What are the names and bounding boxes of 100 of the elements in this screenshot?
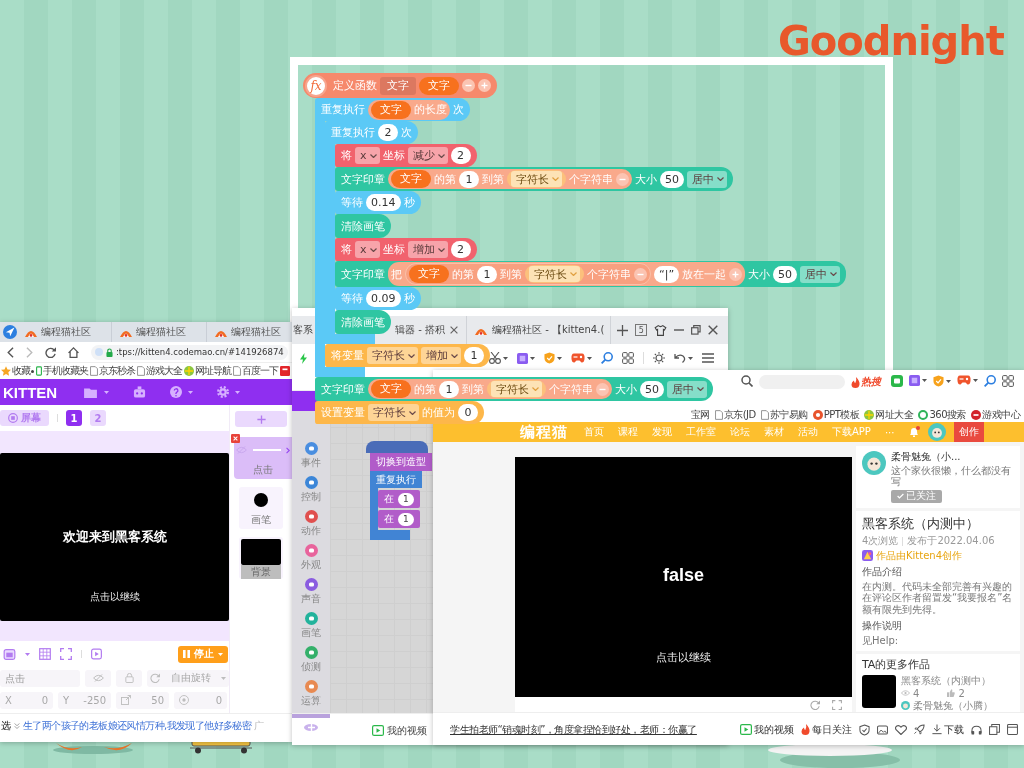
number-input[interactable]: 1 (464, 347, 484, 364)
dropdown[interactable]: 居中 (667, 380, 707, 398)
shield-icon[interactable] (859, 723, 870, 736)
app-icon[interactable] (891, 375, 903, 387)
bookmark-link[interactable]: 360搜索 (918, 408, 966, 422)
heart-icon[interactable] (895, 724, 907, 735)
search-icon[interactable] (984, 375, 996, 387)
motion-block[interactable]: 将 x 坐标 减少 2 (335, 144, 477, 167)
folder-icon[interactable] (83, 386, 99, 398)
variable-dropdown[interactable]: 字符长 (507, 170, 566, 188)
dropdown[interactable]: 增加 (421, 347, 461, 364)
variable-dropdown[interactable]: 字符长 (525, 265, 584, 283)
number-input[interactable]: 2 (450, 241, 471, 258)
gamepad-icon[interactable] (957, 375, 971, 385)
work-link[interactable]: 黑客系统（内测中） (901, 675, 993, 687)
number-input[interactable]: 2 (450, 147, 471, 164)
bookmark-link[interactable]: 百度一下 (233, 364, 278, 378)
repeat-block[interactable]: 重复执行 2 次 (325, 121, 418, 144)
brightness-icon[interactable] (653, 352, 665, 364)
app-icon[interactable] (517, 352, 528, 364)
download-icon[interactable] (932, 724, 942, 735)
author-name[interactable]: 柔骨魅兔（小腾） (913, 700, 993, 712)
bookmark-link[interactable]: 京东(JD (714, 408, 756, 422)
sprite-card[interactable]: 画笔 (239, 487, 283, 529)
dropdown[interactable]: 居中 (800, 265, 841, 283)
headset-icon[interactable] (971, 724, 982, 735)
search-icon[interactable] (741, 375, 753, 387)
bookmark-link[interactable]: 网址导航 (184, 364, 231, 378)
repeat-block[interactable]: 重复执行 在 1 在 1 (370, 471, 422, 540)
pen-block[interactable]: 文字印章 把 文字 的第 1 到第 字符长 个字符串 “|” 放在一起 大小 50 居中 (335, 261, 847, 287)
bookmark-link[interactable]: 收藏 (1, 364, 34, 378)
bookmark-link[interactable]: 宝网 (690, 408, 710, 422)
gamepad-icon[interactable] (571, 353, 585, 363)
home-icon[interactable] (68, 346, 79, 358)
reporter-block[interactable]: 文字 的第 1 到第 字符长 个字符串 (368, 379, 612, 399)
create-button[interactable]: 创作 (954, 422, 985, 442)
variable-block[interactable]: 将变量 字符长 增加 1 (325, 344, 490, 367)
fullscreen-icon[interactable] (60, 648, 72, 660)
tab-count-button[interactable]: 5 (635, 324, 648, 336)
compass-icon[interactable] (3, 325, 17, 339)
reload-icon[interactable] (45, 346, 56, 358)
variable-dropdown[interactable]: 字符长 (487, 380, 546, 398)
number-input[interactable]: 1 (398, 512, 414, 526)
wait-block[interactable]: 等待 0.14 秒 (335, 191, 421, 214)
rocket-icon[interactable] (914, 724, 925, 735)
wait-block[interactable]: 等待 0.09 秒 (335, 287, 421, 310)
number-input[interactable]: “|” (654, 265, 680, 283)
apps-icon[interactable] (622, 352, 634, 364)
image-icon[interactable] (877, 724, 888, 735)
bookmark-link[interactable]: 手机收藏夹 (36, 364, 88, 378)
browser-tab[interactable]: 客系 (292, 316, 315, 344)
plus-icon[interactable] (617, 324, 629, 336)
stage[interactable]: 欢迎来到黑客系统 点击以继续 (0, 453, 229, 621)
hot-search-link[interactable]: 热搜 (851, 375, 881, 389)
number-input[interactable]: 0.09 (366, 290, 401, 307)
add-extension-button[interactable] (304, 724, 318, 731)
grid-icon[interactable] (39, 648, 51, 660)
looks-block[interactable]: 切换到造型 (370, 453, 432, 471)
number-input[interactable]: 50 (640, 380, 664, 398)
back-icon[interactable] (7, 346, 14, 358)
bookmark-link[interactable] (280, 366, 290, 376)
fullscreen-icon[interactable] (832, 699, 842, 710)
browser-tab[interactable]: 编程猫社区 (17, 322, 112, 342)
help-icon[interactable] (170, 386, 183, 398)
robot-icon[interactable] (133, 386, 147, 398)
number-input[interactable]: 1 (477, 265, 497, 283)
status-link[interactable]: 每日关注 (801, 722, 852, 737)
event-block[interactable] (366, 441, 428, 453)
pen-block[interactable]: 文字印章 文字 的第 1 到第 字符长 个字符串 大小 50 居中 (315, 377, 713, 401)
bookmark-link[interactable]: 网址大全 (864, 408, 914, 422)
news-link[interactable]: 生了两个孩子的老板娘还风情万种,我发现了他好多秘密 (23, 719, 252, 733)
bookmark-link[interactable]: 京东秒杀 (90, 364, 135, 378)
chevron-right-icon[interactable] (286, 446, 290, 454)
number-input[interactable]: 50 (660, 170, 684, 188)
status-link[interactable]: 下载 (932, 722, 964, 737)
forward-icon[interactable] (26, 346, 33, 358)
app-icon[interactable] (909, 375, 920, 386)
number-input[interactable]: 1 (398, 492, 414, 506)
number-input[interactable]: 0.14 (366, 194, 401, 211)
position-block[interactable]: 在 1 (378, 510, 420, 528)
stage-player[interactable]: false 点击以继续 (515, 457, 852, 697)
dropdown[interactable]: 字符长 (368, 404, 419, 421)
minus-icon[interactable] (634, 267, 647, 281)
scene-tab[interactable]: 1 (66, 410, 82, 426)
avatar-icon[interactable] (928, 423, 947, 441)
position-block[interactable]: 在 1 (378, 490, 420, 508)
close-icon[interactable] (708, 325, 719, 335)
menu-icon[interactable] (702, 353, 714, 363)
dropdown[interactable]: 增加 (407, 241, 448, 258)
minus-icon[interactable] (616, 172, 629, 186)
reporter-block[interactable]: 把 文字 的第 1 到第 字符长 个字符串 “|” 放在一起 (388, 262, 746, 286)
minimize-icon[interactable] (674, 329, 685, 331)
close-icon[interactable] (231, 434, 240, 443)
minus-icon[interactable] (596, 382, 609, 396)
bell-icon[interactable] (908, 426, 921, 438)
reporter-block[interactable]: 文字 的第 1 到第 字符长 个字符串 (388, 169, 632, 189)
video-link[interactable]: 我的视频 (387, 723, 427, 738)
bolt-icon[interactable] (300, 352, 307, 364)
minus-icon[interactable] (462, 79, 475, 92)
search-icon[interactable] (601, 352, 613, 364)
